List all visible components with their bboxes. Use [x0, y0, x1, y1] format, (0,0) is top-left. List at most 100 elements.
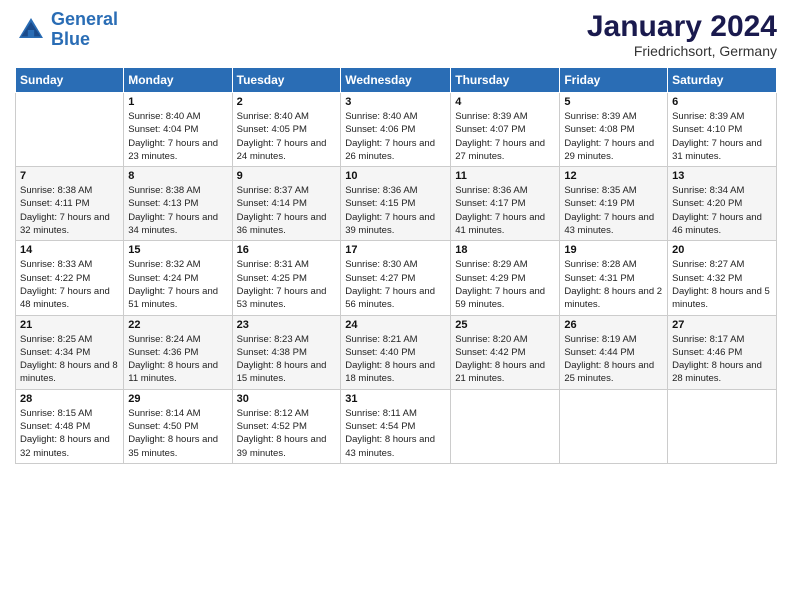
day-number: 29 — [128, 393, 227, 405]
daylight-text: Daylight: 7 hours and 26 minutes. — [345, 137, 446, 164]
sunrise-text: Sunrise: 8:39 AM — [672, 110, 772, 123]
calendar-cell: 1 Sunrise: 8:40 AM Sunset: 4:04 PM Dayli… — [124, 93, 232, 167]
calendar-cell: 19 Sunrise: 8:28 AM Sunset: 4:31 PM Dayl… — [560, 241, 668, 315]
calendar-cell — [16, 93, 124, 167]
day-number: 11 — [455, 170, 555, 182]
sunrise-text: Sunrise: 8:21 AM — [345, 333, 446, 346]
logo-text: General Blue — [51, 10, 118, 50]
sunset-text: Sunset: 4:08 PM — [564, 123, 663, 136]
day-info: Sunrise: 8:36 AM Sunset: 4:17 PM Dayligh… — [455, 184, 555, 237]
sunrise-text: Sunrise: 8:40 AM — [128, 110, 227, 123]
sunrise-text: Sunrise: 8:20 AM — [455, 333, 555, 346]
sunrise-text: Sunrise: 8:31 AM — [237, 258, 337, 271]
day-number: 21 — [20, 319, 119, 331]
day-info: Sunrise: 8:21 AM Sunset: 4:40 PM Dayligh… — [345, 333, 446, 386]
daylight-text: Daylight: 7 hours and 29 minutes. — [564, 137, 663, 164]
day-number: 16 — [237, 244, 337, 256]
day-number: 8 — [128, 170, 227, 182]
calendar-cell: 18 Sunrise: 8:29 AM Sunset: 4:29 PM Dayl… — [451, 241, 560, 315]
daylight-text: Daylight: 7 hours and 53 minutes. — [237, 285, 337, 312]
sunset-text: Sunset: 4:11 PM — [20, 197, 119, 210]
sunset-text: Sunset: 4:46 PM — [672, 346, 772, 359]
day-number: 17 — [345, 244, 446, 256]
sunset-text: Sunset: 4:10 PM — [672, 123, 772, 136]
daylight-text: Daylight: 8 hours and 21 minutes. — [455, 359, 555, 386]
calendar-cell: 28 Sunrise: 8:15 AM Sunset: 4:48 PM Dayl… — [16, 389, 124, 463]
daylight-text: Daylight: 7 hours and 39 minutes. — [345, 211, 446, 238]
calendar-cell: 2 Sunrise: 8:40 AM Sunset: 4:05 PM Dayli… — [232, 93, 341, 167]
daylight-text: Daylight: 7 hours and 23 minutes. — [128, 137, 227, 164]
calendar-cell: 7 Sunrise: 8:38 AM Sunset: 4:11 PM Dayli… — [16, 167, 124, 241]
sunset-text: Sunset: 4:54 PM — [345, 420, 446, 433]
day-number: 4 — [455, 96, 555, 108]
day-info: Sunrise: 8:30 AM Sunset: 4:27 PM Dayligh… — [345, 258, 446, 311]
day-info: Sunrise: 8:40 AM Sunset: 4:04 PM Dayligh… — [128, 110, 227, 163]
daylight-text: Daylight: 8 hours and 25 minutes. — [564, 359, 663, 386]
day-info: Sunrise: 8:38 AM Sunset: 4:13 PM Dayligh… — [128, 184, 227, 237]
day-info: Sunrise: 8:14 AM Sunset: 4:50 PM Dayligh… — [128, 407, 227, 460]
day-number: 30 — [237, 393, 337, 405]
day-info: Sunrise: 8:19 AM Sunset: 4:44 PM Dayligh… — [564, 333, 663, 386]
title-block: January 2024 Friedrichsort, Germany — [587, 10, 777, 59]
logo: General Blue — [15, 10, 118, 50]
daylight-text: Daylight: 7 hours and 56 minutes. — [345, 285, 446, 312]
day-number: 22 — [128, 319, 227, 331]
header-friday: Friday — [560, 68, 668, 93]
sunrise-text: Sunrise: 8:28 AM — [564, 258, 663, 271]
day-info: Sunrise: 8:25 AM Sunset: 4:34 PM Dayligh… — [20, 333, 119, 386]
day-number: 28 — [20, 393, 119, 405]
calendar-cell: 31 Sunrise: 8:11 AM Sunset: 4:54 PM Dayl… — [341, 389, 451, 463]
calendar-cell — [668, 389, 777, 463]
header-sunday: Sunday — [16, 68, 124, 93]
day-info: Sunrise: 8:24 AM Sunset: 4:36 PM Dayligh… — [128, 333, 227, 386]
calendar-cell: 22 Sunrise: 8:24 AM Sunset: 4:36 PM Dayl… — [124, 315, 232, 389]
day-number: 9 — [237, 170, 337, 182]
sunrise-text: Sunrise: 8:40 AM — [345, 110, 446, 123]
daylight-text: Daylight: 8 hours and 15 minutes. — [237, 359, 337, 386]
sunset-text: Sunset: 4:44 PM — [564, 346, 663, 359]
day-info: Sunrise: 8:38 AM Sunset: 4:11 PM Dayligh… — [20, 184, 119, 237]
calendar-week-4: 28 Sunrise: 8:15 AM Sunset: 4:48 PM Dayl… — [16, 389, 777, 463]
day-info: Sunrise: 8:15 AM Sunset: 4:48 PM Dayligh… — [20, 407, 119, 460]
day-info: Sunrise: 8:32 AM Sunset: 4:24 PM Dayligh… — [128, 258, 227, 311]
sunrise-text: Sunrise: 8:30 AM — [345, 258, 446, 271]
day-info: Sunrise: 8:12 AM Sunset: 4:52 PM Dayligh… — [237, 407, 337, 460]
day-number: 3 — [345, 96, 446, 108]
daylight-text: Daylight: 7 hours and 27 minutes. — [455, 137, 555, 164]
daylight-text: Daylight: 8 hours and 43 minutes. — [345, 433, 446, 460]
day-number: 25 — [455, 319, 555, 331]
sunrise-text: Sunrise: 8:38 AM — [128, 184, 227, 197]
page: General Blue January 2024 Friedrichsort,… — [0, 0, 792, 612]
day-info: Sunrise: 8:23 AM Sunset: 4:38 PM Dayligh… — [237, 333, 337, 386]
day-number: 10 — [345, 170, 446, 182]
day-info: Sunrise: 8:39 AM Sunset: 4:10 PM Dayligh… — [672, 110, 772, 163]
sunrise-text: Sunrise: 8:11 AM — [345, 407, 446, 420]
sunset-text: Sunset: 4:52 PM — [237, 420, 337, 433]
sunset-text: Sunset: 4:15 PM — [345, 197, 446, 210]
day-info: Sunrise: 8:40 AM Sunset: 4:06 PM Dayligh… — [345, 110, 446, 163]
calendar-cell — [560, 389, 668, 463]
calendar-cell: 27 Sunrise: 8:17 AM Sunset: 4:46 PM Dayl… — [668, 315, 777, 389]
sunrise-text: Sunrise: 8:40 AM — [237, 110, 337, 123]
sunrise-text: Sunrise: 8:36 AM — [455, 184, 555, 197]
sunset-text: Sunset: 4:34 PM — [20, 346, 119, 359]
sunset-text: Sunset: 4:27 PM — [345, 272, 446, 285]
sunset-text: Sunset: 4:24 PM — [128, 272, 227, 285]
calendar-cell: 29 Sunrise: 8:14 AM Sunset: 4:50 PM Dayl… — [124, 389, 232, 463]
calendar-cell: 25 Sunrise: 8:20 AM Sunset: 4:42 PM Dayl… — [451, 315, 560, 389]
sunset-text: Sunset: 4:20 PM — [672, 197, 772, 210]
day-number: 7 — [20, 170, 119, 182]
sunset-text: Sunset: 4:40 PM — [345, 346, 446, 359]
day-number: 31 — [345, 393, 446, 405]
calendar-cell: 5 Sunrise: 8:39 AM Sunset: 4:08 PM Dayli… — [560, 93, 668, 167]
sunset-text: Sunset: 4:50 PM — [128, 420, 227, 433]
day-info: Sunrise: 8:35 AM Sunset: 4:19 PM Dayligh… — [564, 184, 663, 237]
day-number: 13 — [672, 170, 772, 182]
sunset-text: Sunset: 4:32 PM — [672, 272, 772, 285]
calendar-cell: 23 Sunrise: 8:23 AM Sunset: 4:38 PM Dayl… — [232, 315, 341, 389]
calendar-cell: 10 Sunrise: 8:36 AM Sunset: 4:15 PM Dayl… — [341, 167, 451, 241]
sunrise-text: Sunrise: 8:33 AM — [20, 258, 119, 271]
day-number: 19 — [564, 244, 663, 256]
day-number: 5 — [564, 96, 663, 108]
daylight-text: Daylight: 8 hours and 18 minutes. — [345, 359, 446, 386]
